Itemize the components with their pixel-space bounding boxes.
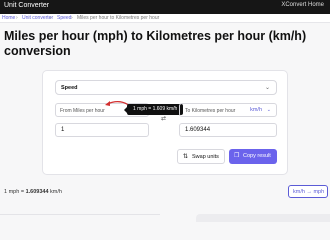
brand-logo-text[interactable]: Unit Converter — [4, 2, 49, 9]
result-lhs: 1 mph = — [4, 189, 26, 195]
category-value: Speed — [61, 84, 78, 91]
breadcrumb-current: Miles per hour to Kilometres per hour — [77, 15, 160, 21]
breadcrumb-sep: › — [16, 15, 18, 21]
converter-card: Speed ⌄ From Miles per hour 1 mph = 1.60… — [42, 70, 288, 175]
reverse-conversion-link[interactable]: km/h → mph — [288, 185, 328, 198]
chevron-down-icon: ⌄ — [266, 107, 271, 113]
from-unit-label: From Miles per hour — [60, 107, 105, 114]
conversion-tooltip: 1 mph = 1.609 km/h — [123, 104, 184, 115]
to-value-output[interactable]: 1.609344 — [179, 123, 277, 137]
category-select[interactable]: Speed ⌄ — [55, 80, 277, 95]
to-unit-label: To Kilometres per hour — [185, 107, 236, 114]
breadcrumb-sep: › — [50, 15, 52, 21]
reverse-conversion-label: km/h → mph — [293, 189, 325, 195]
page-title: Miles per hour (mph) to Kilometres per h… — [4, 29, 307, 58]
to-unit-select[interactable]: To Kilometres per hour km/h ⌄ — [179, 103, 277, 117]
chevron-down-icon: ⌄ — [264, 85, 270, 91]
copy-result-label: Copy result — [243, 153, 271, 159]
result-summary: 1 mph = 1.609344 km/h — [4, 189, 62, 195]
swap-units-label: Swap units — [192, 154, 219, 160]
to-value-text: 1.609344 — [185, 127, 211, 133]
swap-units-button[interactable]: ⇅ Swap units — [177, 149, 225, 164]
lower-card — [196, 214, 330, 222]
result-value: 1.609344 — [25, 189, 49, 195]
breadcrumb-sep: › — [71, 15, 73, 21]
result-unit: km/h — [48, 189, 62, 195]
copy-icon: ❐ — [234, 153, 240, 159]
breadcrumb-unit-converter[interactable]: Unit converter — [22, 15, 53, 21]
swap-icon[interactable]: ⇄ — [161, 115, 166, 122]
breadcrumb-speed[interactable]: Speed — [57, 15, 71, 21]
home-link[interactable]: XConvert Home — [281, 2, 324, 8]
divider — [0, 214, 160, 215]
breadcrumb: Home › Unit converter › Speed › Miles pe… — [0, 14, 330, 23]
copy-result-button[interactable]: ❐ Copy result — [229, 149, 277, 164]
breadcrumb-home[interactable]: Home — [2, 15, 15, 21]
to-unit-abbrev: km/h — [250, 107, 262, 113]
from-value-text: 1 — [61, 127, 65, 133]
top-bar: Unit Converter XConvert Home — [0, 0, 330, 14]
from-value-input[interactable]: 1 — [55, 123, 149, 137]
swap-icon: ⇅ — [183, 154, 189, 160]
